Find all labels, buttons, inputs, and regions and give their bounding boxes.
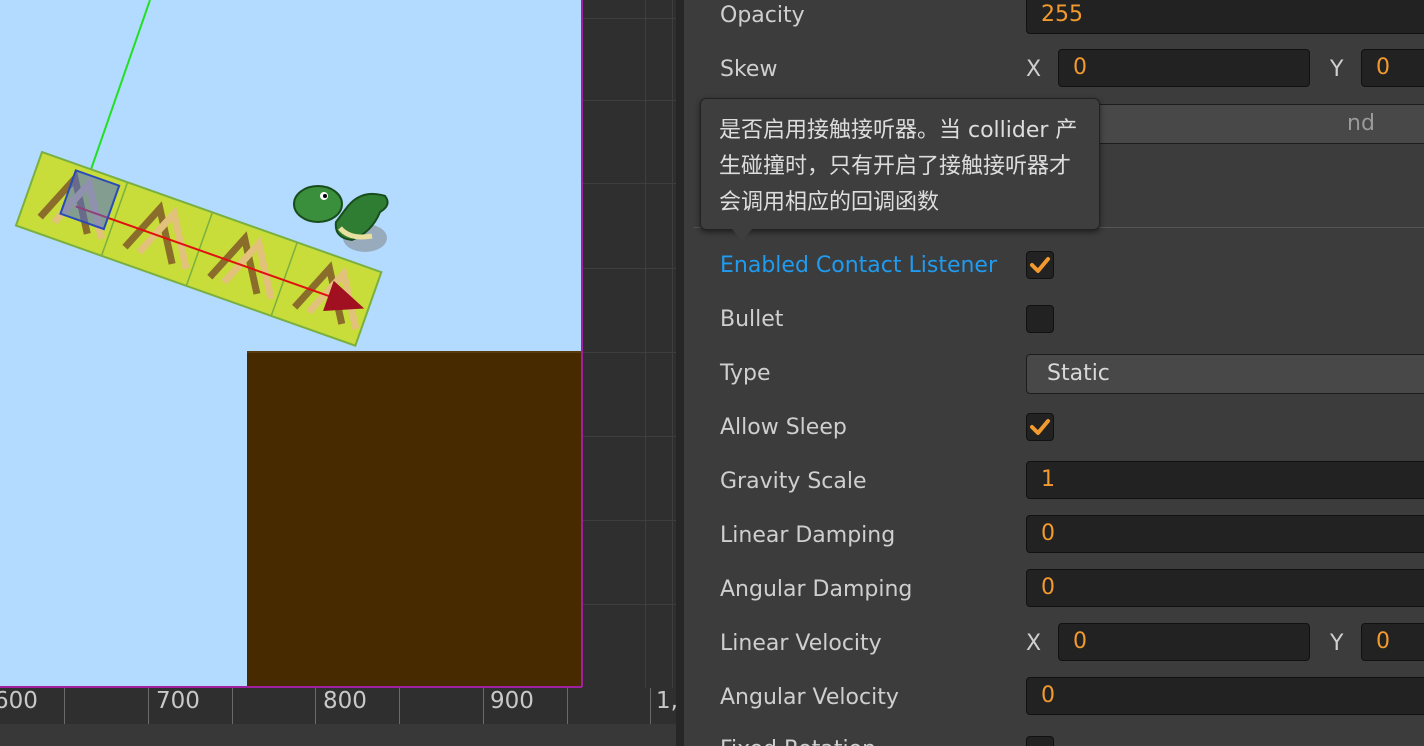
angular-velocity-label: Angular Velocity (720, 685, 899, 710)
property-tooltip: 是否启用接触接听器。当 collider 产生碰撞时，只有开启了接触接听器才会调… (700, 98, 1100, 230)
linear-velocity-x-input[interactable]: 0 (1058, 623, 1310, 661)
type-select[interactable]: Static (1026, 354, 1424, 394)
skew-y-axis-label: Y (1330, 57, 1344, 82)
ruler-tick (399, 688, 400, 724)
scene-canvas[interactable] (0, 0, 676, 746)
gravity-scale-label: Gravity Scale (720, 469, 867, 494)
skew-x-input[interactable]: 0 (1058, 49, 1310, 87)
linear-damping-input[interactable]: 0 (1026, 515, 1424, 553)
fixed-rotation-label: Fixed Rotation (720, 736, 876, 746)
ruler-tick (315, 688, 316, 724)
opacity-input[interactable]: 255 (1026, 0, 1424, 34)
ruler-tick (567, 688, 568, 724)
bullet-label: Bullet (720, 307, 784, 332)
ruler-label: 800 (323, 688, 367, 714)
ruler-tick (483, 688, 484, 724)
ruler-label: 600 (0, 688, 38, 714)
type-label: Type (720, 361, 771, 386)
ruler-bottom-strip (0, 724, 676, 746)
linear-velocity-y-axis-label: Y (1330, 631, 1344, 656)
angular-velocity-input[interactable]: 0 (1026, 677, 1424, 715)
angular-damping-label: Angular Damping (720, 577, 913, 602)
allow-sleep-checkbox[interactable] (1026, 413, 1054, 441)
ground-block (247, 352, 582, 687)
linear-velocity-y-input[interactable]: 0 (1361, 623, 1424, 661)
ruler-tick (148, 688, 149, 724)
gravity-scale-input[interactable]: 1 (1026, 461, 1424, 499)
skew-y-input[interactable]: 0 (1361, 49, 1424, 87)
ruler-tick (64, 688, 65, 724)
linear-velocity-label: Linear Velocity (720, 631, 882, 656)
angular-damping-input[interactable]: 0 (1026, 569, 1424, 607)
ruler-label: 700 (156, 688, 200, 714)
linear-damping-label: Linear Damping (720, 523, 896, 548)
fixed-rotation-checkbox[interactable] (1026, 736, 1054, 746)
ruler-label: 1, (656, 688, 676, 714)
enabled-contact-listener-checkbox[interactable] (1026, 251, 1054, 279)
skew-label: Skew (720, 57, 778, 82)
panel-splitter[interactable] (676, 0, 684, 746)
opacity-label: Opacity (720, 3, 805, 28)
checkmark-icon (1030, 419, 1050, 435)
linear-velocity-x-axis-label: X (1026, 631, 1042, 656)
scene-view[interactable]: 600 700 800 900 1, (0, 0, 676, 746)
enabled-contact-listener-label: Enabled Contact Listener (720, 253, 997, 278)
checkmark-icon (1030, 257, 1050, 273)
bullet-checkbox[interactable] (1026, 305, 1054, 333)
ruler-tick (650, 688, 651, 724)
skew-x-axis-label: X (1026, 57, 1042, 82)
ruler-label: 900 (490, 688, 534, 714)
allow-sleep-label: Allow Sleep (720, 415, 847, 440)
tooltip-arrow (732, 229, 752, 241)
ruler-tick (232, 688, 233, 724)
